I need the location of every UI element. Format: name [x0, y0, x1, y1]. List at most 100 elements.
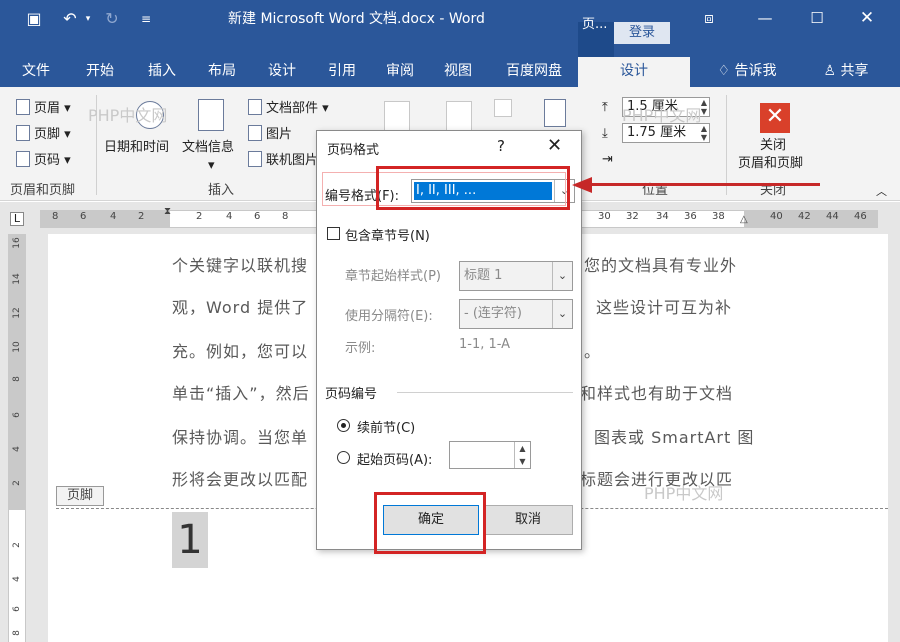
close-icon[interactable]: ✕ — [547, 135, 562, 156]
body-text-line: 个关键字以联机搜 — [172, 256, 309, 275]
watermark: PHP中文网 — [644, 484, 724, 503]
ruler-tick: 30 — [598, 211, 611, 222]
collapse-ribbon-icon[interactable]: ︿ — [876, 183, 887, 201]
tab-design[interactable]: 设计 — [256, 57, 308, 87]
vruler-tick: 2 — [12, 542, 22, 548]
start-at-label[interactable]: 起始页码(A): — [357, 449, 432, 468]
page-number-field[interactable]: 1 — [172, 512, 208, 568]
tab-home[interactable]: 开始 — [74, 57, 126, 87]
ruler-left-margin — [40, 210, 170, 228]
ruler-tick: 6 — [254, 211, 261, 222]
picture-icon — [248, 125, 262, 141]
close-window-icon[interactable]: ✕ — [852, 8, 882, 28]
chapter-style-select[interactable]: 标题 1 ⌄ — [459, 261, 573, 291]
undo-dropdown-icon[interactable]: ▾ — [78, 9, 98, 29]
vruler-tick: 2 — [12, 480, 22, 486]
header-from-top-icon: ⤒ — [602, 100, 608, 115]
vruler-tick: 10 — [12, 341, 22, 353]
body-text-line: 图表或 SmartArt 图 — [594, 428, 755, 447]
chapter-style-value: 标题 1 — [464, 268, 503, 283]
minimize-icon[interactable]: — — [750, 8, 780, 28]
ribbon-display-icon[interactable]: ⧈ — [694, 8, 724, 28]
group-close-label: 关闭 — [760, 183, 787, 198]
tab-references[interactable]: 引用 — [316, 57, 368, 87]
spin-arrows-icon[interactable]: ▲ ▼ — [514, 442, 530, 468]
document-info-icon — [198, 99, 224, 131]
online-picture-button[interactable]: 联机图片 — [248, 151, 318, 170]
ruler-tick: 36 — [684, 211, 697, 222]
header-icon — [16, 99, 30, 115]
include-chapter-label[interactable]: 包含章节号(N) — [345, 225, 430, 244]
ruler-tick: 44 — [826, 211, 839, 222]
indent-marker-icon[interactable]: ⧗ — [164, 206, 171, 217]
document-text-icon — [544, 99, 566, 127]
chevron-down-icon[interactable]: ⌄ — [552, 262, 572, 290]
body-text-line: 和样式也有助于文档 — [580, 384, 734, 403]
header-button[interactable]: 页眉 ▾ — [16, 99, 71, 118]
page-number-label: 页码 — [34, 153, 61, 168]
ruler-tick: 8 — [282, 211, 289, 222]
ruler-tick: 38 — [712, 211, 725, 222]
group-position-label: 位置 — [642, 183, 669, 198]
spin-arrows-icon[interactable]: ▲ ▼ — [701, 124, 707, 142]
picture-label: 图片 — [266, 127, 293, 142]
example-value: 1-1, 1-A — [459, 337, 511, 352]
document-parts-icon — [248, 99, 262, 115]
vruler-tick: 14 — [12, 273, 22, 285]
body-text-line: 您的文档具有专业外 — [584, 256, 738, 275]
document-parts-button[interactable]: 文档部件 ▾ — [248, 99, 329, 118]
login-button[interactable]: 登录 — [614, 22, 670, 44]
help-icon[interactable]: ? — [497, 137, 505, 155]
maximize-icon[interactable]: ☐ — [802, 8, 832, 28]
save-icon[interactable]: ▣ — [24, 9, 44, 29]
customize-toolbar-icon[interactable]: ≡ — [136, 9, 156, 29]
tab-tell-me[interactable]: ♢ 告诉我 — [702, 57, 792, 87]
share-button[interactable]: ♙ 共享 — [814, 57, 878, 87]
tab-header-footer-design[interactable]: 设计 — [578, 57, 690, 87]
insert-alignment-tab-icon[interactable]: ⇥ — [602, 151, 613, 169]
example-label: 示例: — [345, 341, 376, 356]
picture-button[interactable]: 图片 — [248, 125, 292, 144]
footer-from-bottom-input[interactable]: 1.75 厘米 ▲ ▼ — [622, 123, 710, 143]
tab-layout[interactable]: 布局 — [196, 57, 248, 87]
tab-selector-icon[interactable]: L — [10, 212, 24, 226]
annotation-arrow — [590, 183, 820, 186]
document-info-dropdown-icon[interactable]: ▾ — [208, 157, 215, 175]
link-icon — [494, 99, 512, 117]
ruler-tick: 32 — [626, 211, 639, 222]
redo-icon[interactable]: ↻ — [102, 9, 122, 29]
close-header-footer-label-1[interactable]: 关闭 — [760, 137, 786, 155]
cancel-button[interactable]: 取消 — [483, 505, 573, 535]
watermark: PHP中文网 — [622, 106, 702, 125]
ribbon-tabs: 文件 开始 插入 布局 设计 引用 审阅 视图 百度网盘 设计 ♢ 告诉我 ♙ … — [0, 57, 900, 87]
footer-button[interactable]: 页脚 ▾ — [16, 125, 71, 144]
footer-icon — [16, 125, 30, 141]
date-time-button[interactable]: 日期和时间 — [104, 139, 169, 157]
spin-arrows-icon[interactable]: ▲ ▼ — [701, 98, 707, 116]
share-label: 共享 — [840, 63, 869, 79]
tab-insert[interactable]: 插入 — [136, 57, 188, 87]
start-at-input[interactable]: ▲ ▼ — [449, 441, 531, 469]
separator-label: 使用分隔符(E): — [345, 309, 433, 324]
tab-review[interactable]: 审阅 — [374, 57, 426, 87]
undo-icon[interactable]: ↶ — [60, 9, 80, 29]
tab-view[interactable]: 视图 — [432, 57, 484, 87]
start-at-radio[interactable] — [337, 451, 350, 464]
window-title: 新建 Microsoft Word 文档.docx - Word — [228, 11, 485, 27]
group-header-footer-label: 页眉和页脚 — [10, 183, 76, 198]
include-chapter-checkbox[interactable] — [327, 227, 340, 240]
tab-file[interactable]: 文件 — [10, 57, 62, 87]
tab-baidu-netdisk[interactable]: 百度网盘 — [496, 57, 572, 87]
online-picture-icon — [248, 151, 262, 167]
chevron-down-icon[interactable]: ⌄ — [552, 300, 572, 328]
footer-tag: 页脚 — [56, 486, 104, 506]
separator-select[interactable]: - (连字符) ⌄ — [459, 299, 573, 329]
group-insert-label: 插入 — [208, 183, 235, 198]
continue-radio[interactable] — [337, 419, 350, 432]
page-number-button[interactable]: 页码 ▾ — [16, 151, 71, 170]
document-info-button[interactable]: 文档信息 — [182, 139, 234, 157]
close-header-footer-icon[interactable]: ✕ — [760, 103, 790, 133]
close-header-footer-label-2[interactable]: 页眉和页脚 — [738, 155, 803, 173]
right-indent-marker-icon[interactable]: △ — [740, 214, 748, 225]
continue-label[interactable]: 续前节(C) — [357, 417, 415, 436]
